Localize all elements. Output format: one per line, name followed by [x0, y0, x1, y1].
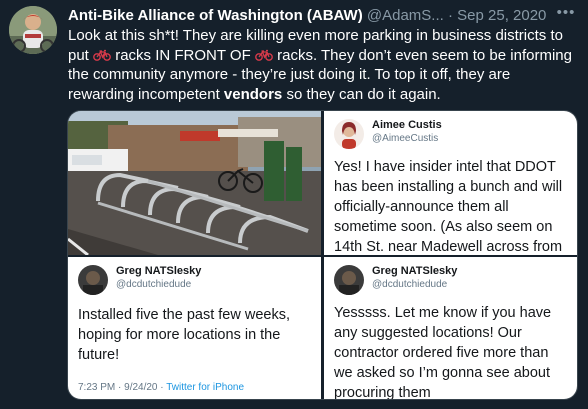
screenshot-text: Yesssss. Let me know if you have any sug… [334, 305, 552, 399]
media-screenshot-aimee[interactable]: Aimee Custis @AimeeCustis Yes! I have in… [324, 111, 577, 255]
screenshot-header: Greg NATSlesky @dcdutchiedude [78, 263, 318, 299]
tweet-text-bold: vendors [223, 85, 283, 103]
bicycle-emoji-icon [93, 49, 111, 61]
screenshot-text: Yes! I have insider intel that DDOT has … [334, 159, 563, 255]
media-photo[interactable] [68, 111, 321, 255]
screenshot-header: Aimee Custis @AimeeCustis [334, 117, 574, 153]
tweet-date[interactable]: Sep 25, 2020 [457, 7, 546, 24]
tweet-text: Look at this sh*t! They are killing even… [68, 26, 580, 104]
screenshot-timestamp: 7:23 PM · 9/24/20 · [78, 382, 167, 393]
header-separator: · [447, 7, 453, 24]
screenshot-author-handle: @dcdutchiedude [116, 279, 192, 290]
avatar [334, 265, 364, 295]
bike-racks-photo [68, 111, 321, 255]
media-grid: Aimee Custis @AimeeCustis Yes! I have in… [67, 110, 578, 400]
screenshot-author-handle: @AimeeCustis [372, 133, 439, 144]
screenshot-header: Greg NATSlesky @dcdutchiedude [334, 263, 574, 299]
screenshot-author-name: Greg NATSlesky [372, 265, 458, 277]
bicycle-emoji-icon [255, 49, 273, 61]
screenshot-client: Twitter for iPhone [166, 382, 245, 393]
media-screenshot-greg-1[interactable]: Greg NATSlesky @dcdutchiedude Installed … [68, 257, 321, 399]
tweet-text-part-2: racks IN FRONT OF [111, 46, 255, 64]
screenshot-author-handle: @dcdutchiedude [372, 279, 448, 290]
tweet: Anti-Bike Alliance of Washington (ABAW) … [0, 0, 588, 409]
screenshot-text: Installed five the past few weeks, hopin… [78, 307, 290, 363]
screenshot-footer: 7:23 PM · 9/24/20 · Twitter for iPhone [78, 382, 244, 393]
author-name[interactable]: Anti-Bike Alliance of Washington (ABAW) [68, 7, 363, 24]
more-icon[interactable]: ••• [556, 5, 576, 22]
author-handle[interactable]: @AdamS... [367, 7, 444, 24]
screenshot-author-name: Aimee Custis [372, 119, 442, 131]
tweet-header: Anti-Bike Alliance of Washington (ABAW) … [68, 6, 578, 26]
media-screenshot-greg-2[interactable]: Greg NATSlesky @dcdutchiedude Yesssss. L… [324, 257, 577, 399]
author-avatar[interactable] [9, 6, 57, 54]
screenshot-author-name: Greg NATSlesky [116, 265, 202, 277]
avatar [78, 265, 108, 295]
avatar [334, 119, 364, 149]
tweet-text-part-4: so they can do it again. [282, 85, 441, 103]
